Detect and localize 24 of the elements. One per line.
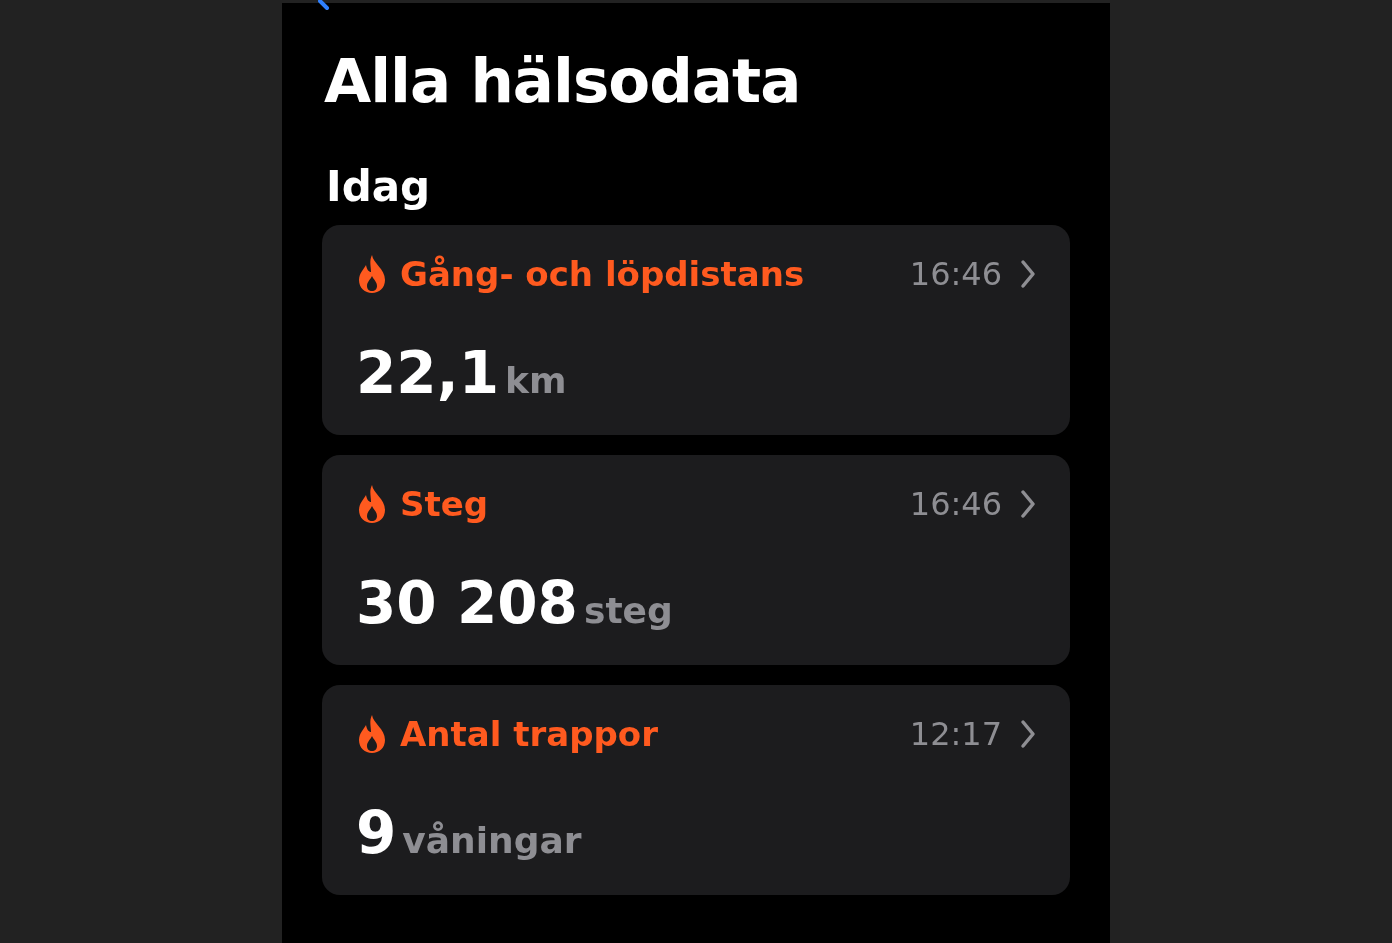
metric-value: 9 (356, 801, 397, 865)
metric-value: 30 208 (356, 571, 578, 635)
chevron-right-icon (1020, 489, 1036, 519)
time-text: 16:46 (909, 485, 1002, 523)
flame-icon (356, 484, 388, 524)
health-card[interactable]: Steg 16:46 30 208 steg (322, 455, 1070, 665)
chevron-right-icon (1020, 259, 1036, 289)
back-icon[interactable] (318, 0, 332, 12)
health-card[interactable]: Gång- och löpdistans 16:46 22,1 km (322, 225, 1070, 435)
flame-icon (356, 254, 388, 294)
time-text: 12:17 (909, 715, 1002, 753)
unit-text: steg (584, 590, 673, 631)
unit-text: km (505, 360, 567, 401)
unit-text: våningar (402, 820, 582, 861)
section-heading: Idag (326, 161, 432, 213)
time-text: 16:46 (909, 255, 1002, 293)
page-title: Alla hälsodata (323, 44, 802, 118)
chevron-right-icon (1020, 719, 1036, 749)
metric-value: 22,1 (356, 341, 500, 405)
metric-label: Steg (400, 484, 490, 524)
flame-icon (356, 714, 388, 754)
metric-label: Gång- och löpdistans (400, 254, 806, 294)
health-card[interactable]: Antal trappor 12:17 9 våningar (322, 685, 1070, 895)
metric-label: Antal trappor (400, 714, 659, 754)
